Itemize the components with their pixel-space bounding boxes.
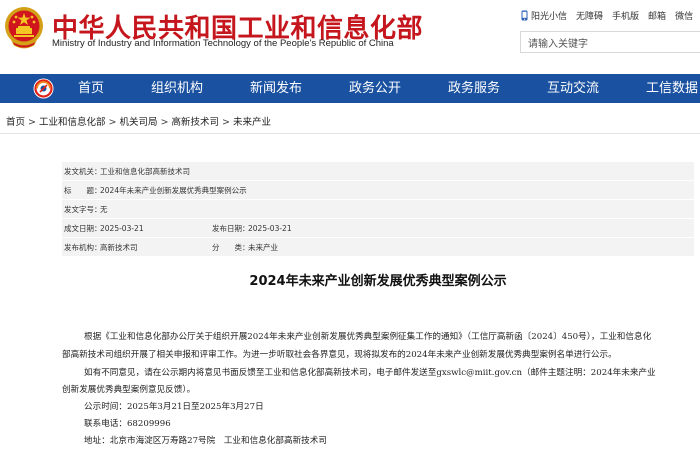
nav-item-gov-affairs[interactable]: 政务公开 <box>349 74 401 103</box>
breadcrumb-separator: > <box>108 117 117 128</box>
info-row-issuer: 发文机关： 工业和信息化部高新技术司 <box>62 162 694 181</box>
top-link-label: 手机版 <box>612 11 640 22</box>
top-link-label: 阳光小信 <box>531 11 568 22</box>
info-value: 高新技术司 <box>100 243 138 252</box>
nav-item-news[interactable]: 新闻发布 <box>250 74 302 103</box>
breadcrumb: 首页 > 工业和信息化部 > 机关司局 > 高新技术司 > 未来产业 <box>6 114 271 128</box>
breadcrumb-separator: > <box>160 117 169 128</box>
top-link-accessibility[interactable]: 无障碍 <box>576 9 603 22</box>
info-value: 2025-03-21 <box>100 224 144 233</box>
article-paragraph-line: 如有不同意见，请在公示期内将意见书面反馈至工业和信息化部高新技术司，电子邮件发送… <box>84 368 656 378</box>
nav-item-home[interactable]: 首页 <box>78 74 104 103</box>
breadcrumb-miit[interactable]: 工业和信息化部 <box>39 117 106 128</box>
nav-item-data[interactable]: 工信数据 <box>646 74 698 103</box>
breadcrumb-home[interactable]: 首页 <box>6 117 25 128</box>
info-key: 发布日期： <box>212 224 250 233</box>
article-paragraph-line: 部高新技术司组织开展了相关申报和评审工作。为进一步听取社会各界意见，现将拟发布的… <box>62 350 617 360</box>
info-value: 工业和信息化部高新技术司 <box>100 167 190 176</box>
site-subtitle: Ministry of Industry and Information Tec… <box>52 38 394 49</box>
phone-icon <box>521 10 528 20</box>
main-nav: 首页 组织机构 新闻发布 政务公开 政务服务 互动交流 工信数据 <box>0 74 700 103</box>
site-header: 中华人民共和国工业和信息化部 Ministry of Industry and … <box>0 0 700 72</box>
breadcrumb-separator: > <box>28 117 36 128</box>
top-link-mobile[interactable]: 手机版 <box>612 9 639 22</box>
top-link-mail[interactable]: 邮箱 <box>648 9 666 22</box>
top-link-label: 邮箱 <box>648 11 667 22</box>
info-key: 分 类： <box>212 243 250 252</box>
nav-item-organization[interactable]: 组织机构 <box>151 74 203 103</box>
contact-address: 地址：北京市海淀区万寿路27号院 工业和信息化部高新技术司 <box>84 436 327 446</box>
national-emblem-icon[interactable] <box>4 5 44 49</box>
info-value: 无 <box>100 205 108 214</box>
top-link-sunshine[interactable]: 阳光小信 <box>521 9 567 22</box>
nav-item-gov-services[interactable]: 政务服务 <box>448 74 500 103</box>
info-key: 发布机构： <box>64 243 102 252</box>
info-key: 发文字号： <box>64 205 102 214</box>
info-value: 2025-03-21 <box>248 224 292 233</box>
top-link-wechat[interactable]: 微信 <box>675 9 693 22</box>
info-row-doc-number: 发文字号： 无 <box>62 200 694 219</box>
info-row-dates: 成文日期： 2025-03-21 发布日期： 2025-03-21 <box>62 219 694 238</box>
breadcrumb-hitech-dept[interactable]: 高新技术司 <box>171 117 219 128</box>
article-title: 2024年未来产业创新发展优秀典型案例公示 <box>249 274 507 289</box>
info-key: 成文日期： <box>64 224 102 233</box>
info-row-title: 标 题： 2024年未来产业创新发展优秀典型案例公示 <box>62 181 694 200</box>
search-input[interactable] <box>521 34 700 55</box>
nav-item-interaction[interactable]: 互动交流 <box>547 74 599 103</box>
notice-period: 公示时间：2025年3月21日至2025年3月27日 <box>84 402 264 412</box>
top-link-label: 微信 <box>675 11 694 22</box>
breadcrumb-current: 未来产业 <box>232 117 271 128</box>
info-value: 2024年未来产业创新发展优秀典型案例公示 <box>100 186 247 195</box>
search-box <box>520 31 700 55</box>
miit-logo-icon[interactable] <box>33 78 54 99</box>
info-key: 发文机关： <box>64 167 102 176</box>
info-row-publisher: 发布机构： 高新技术司 分 类： 未来产业 <box>62 238 694 257</box>
breadcrumb-separator: > <box>221 117 230 128</box>
article-paragraph-line: 创新发展优秀典型案例意见反馈）。 <box>62 385 196 395</box>
top-link-label: 无障碍 <box>576 11 604 22</box>
document-info-table: 发文机关： 工业和信息化部高新技术司 标 题： 2024年未来产业创新发展优秀典… <box>62 162 694 257</box>
contact-phone: 联系电话：68209996 <box>84 419 171 429</box>
breadcrumb-departments[interactable]: 机关司局 <box>119 117 157 128</box>
info-value: 未来产业 <box>248 243 278 252</box>
breadcrumb-divider <box>0 133 700 134</box>
top-links: 阳光小信 无障碍 手机版 邮箱 微信 <box>521 7 693 23</box>
article-paragraph-line: 根据《工业和信息化部办公厅关于组织开展2024年未来产业创新发展优秀典型案例征集… <box>84 332 652 342</box>
info-key: 标 题： <box>64 186 102 195</box>
